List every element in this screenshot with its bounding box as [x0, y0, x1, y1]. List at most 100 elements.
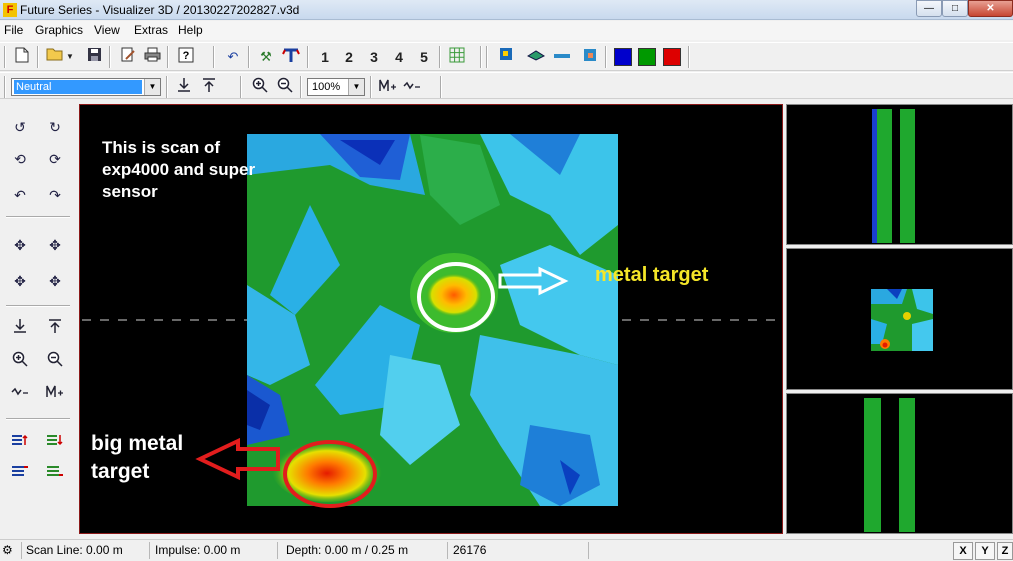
move-cross-icon[interactable]: ✥: [9, 234, 31, 256]
toolbar-separator: [213, 46, 215, 68]
zoom-in-icon[interactable]: [250, 77, 270, 97]
menu-help[interactable]: Help: [178, 23, 203, 37]
zoom-value: 100%: [312, 81, 341, 93]
axis-y-button[interactable]: Y: [975, 542, 995, 560]
layers-down-icon[interactable]: [44, 431, 66, 453]
rotate-y-right-icon[interactable]: ⟳: [44, 148, 66, 170]
zoom-select[interactable]: 100% ▼: [307, 78, 365, 96]
svg-text:?: ?: [183, 50, 190, 62]
layers-up-icon[interactable]: [9, 431, 31, 453]
top-view-icon[interactable]: [496, 47, 516, 67]
toolbar-grip: [4, 76, 6, 98]
scan-note-line: This is scan of: [102, 138, 221, 157]
axis-x-button[interactable]: X: [953, 542, 973, 560]
main-toolbar: ▼ ? ↶ ⚒ 1 2 3 4 5: [0, 42, 1013, 71]
menu-graphics[interactable]: Graphics: [35, 23, 83, 37]
layers-collapse-icon[interactable]: [44, 462, 66, 484]
side-view-bottom[interactable]: [786, 393, 1013, 534]
status-bar: ⚙ Scan Line: 0.00 m Impulse: 0.00 m Dept…: [0, 539, 1013, 561]
zoom-in-icon[interactable]: [9, 351, 31, 373]
color-preset-select[interactable]: Neutral ▼: [11, 78, 161, 96]
value-status: 26176: [449, 542, 589, 559]
new-file-icon[interactable]: [12, 47, 32, 67]
move-up-icon[interactable]: [44, 318, 66, 340]
zoom-out-icon[interactable]: [44, 351, 66, 373]
chevron-down-icon: ▼: [348, 79, 364, 95]
perspective-view-icon[interactable]: [526, 47, 546, 67]
rotate-z-right-icon[interactable]: ↷: [44, 184, 66, 206]
big-metal-target-line: target: [91, 460, 150, 483]
3d-block-icon[interactable]: [580, 47, 600, 67]
move-down-icon[interactable]: [174, 77, 194, 97]
toolbar-separator: [439, 46, 441, 68]
move-up-icon[interactable]: [199, 77, 219, 97]
attenuate-icon[interactable]: [402, 77, 422, 97]
window-title: Future Series - Visualizer 3D / 20130227…: [20, 3, 300, 17]
scan-note-line: exp4000 and super: [102, 160, 256, 179]
secondary-toolbar: Neutral ▼ 100% ▼: [0, 72, 1013, 99]
close-button[interactable]: ✕: [968, 0, 1013, 17]
toolbar-separator: [109, 46, 111, 68]
toolbar-separator: [248, 46, 250, 68]
view-4-button[interactable]: 4: [389, 47, 409, 67]
amplify-icon[interactable]: [378, 77, 398, 97]
green-color-swatch[interactable]: [638, 48, 656, 66]
toolbar-separator: [167, 46, 169, 68]
menu-view[interactable]: View: [94, 23, 120, 37]
toolbar-separator: [37, 46, 39, 68]
axis-z-button[interactable]: Z: [997, 542, 1013, 560]
impulse-status: Impulse: 0.00 m: [151, 542, 278, 559]
scan-note-annotation: This is scan of exp4000 and super sensor: [102, 137, 255, 203]
scan-line-status: Scan Line: 0.00 m: [22, 542, 150, 559]
open-folder-icon[interactable]: [45, 47, 65, 67]
menu-file[interactable]: File: [4, 23, 23, 37]
main-3d-view[interactable]: This is scan of exp4000 and super sensor…: [79, 104, 783, 534]
side-view-middle[interactable]: [786, 248, 1013, 390]
undo-icon[interactable]: ↶: [223, 47, 243, 67]
toolbar-separator: [688, 46, 690, 68]
toolbar-separator: [6, 216, 70, 218]
rotate-x-left-icon[interactable]: ↺: [9, 116, 31, 138]
app-logo-icon: F: [3, 3, 17, 17]
side-view-icon[interactable]: [552, 47, 572, 67]
maximize-button[interactable]: □: [942, 0, 968, 17]
edit-document-icon[interactable]: [118, 47, 138, 67]
pan-cross-icon[interactable]: ✥: [9, 270, 31, 292]
attenuate-icon[interactable]: [9, 383, 31, 405]
toolbar-separator: [6, 418, 70, 420]
menu-bar: File Graphics View Extras Help: [0, 21, 1013, 40]
gear-icon: ⚙: [0, 542, 22, 559]
view-3-button[interactable]: 3: [364, 47, 384, 67]
move-cross-alt-icon[interactable]: ✥: [44, 234, 66, 256]
blue-color-swatch[interactable]: [614, 48, 632, 66]
toolbar-separator: [307, 46, 309, 68]
rotate-y-left-icon[interactable]: ⟲: [9, 148, 31, 170]
view-2-button[interactable]: 2: [339, 47, 359, 67]
move-down-icon[interactable]: [9, 318, 31, 340]
toolbar-separator: [166, 76, 168, 98]
view-1-button[interactable]: 1: [315, 47, 335, 67]
rotate-x-right-icon[interactable]: ↻: [44, 116, 66, 138]
print-icon[interactable]: [142, 47, 162, 67]
grid-icon[interactable]: [447, 47, 467, 67]
rotate-z-left-icon[interactable]: ↶: [9, 184, 31, 206]
layers-expand-icon[interactable]: [9, 462, 31, 484]
tool-icon[interactable]: [281, 47, 301, 67]
red-color-swatch[interactable]: [663, 48, 681, 66]
toolbar-separator: [480, 46, 482, 68]
open-dropdown-icon[interactable]: ▼: [64, 47, 76, 67]
save-icon[interactable]: [84, 47, 104, 67]
chevron-down-icon: ▼: [144, 79, 160, 95]
pan-cross-alt-icon[interactable]: ✥: [44, 270, 66, 292]
filter-icon[interactable]: ⚒: [256, 47, 276, 67]
zoom-out-icon[interactable]: [275, 77, 295, 97]
minimize-button[interactable]: —: [916, 0, 942, 17]
view-5-button[interactable]: 5: [414, 47, 434, 67]
toolbar-separator: [240, 76, 242, 98]
visualizer-window: F Future Series - Visualizer 3D / 201302…: [0, 0, 1013, 561]
help-icon[interactable]: ?: [176, 47, 196, 67]
side-view-top[interactable]: [786, 104, 1013, 245]
amplify-icon[interactable]: [44, 383, 66, 405]
menu-extras[interactable]: Extras: [134, 23, 168, 37]
big-metal-target-label: big metal target: [91, 430, 183, 486]
